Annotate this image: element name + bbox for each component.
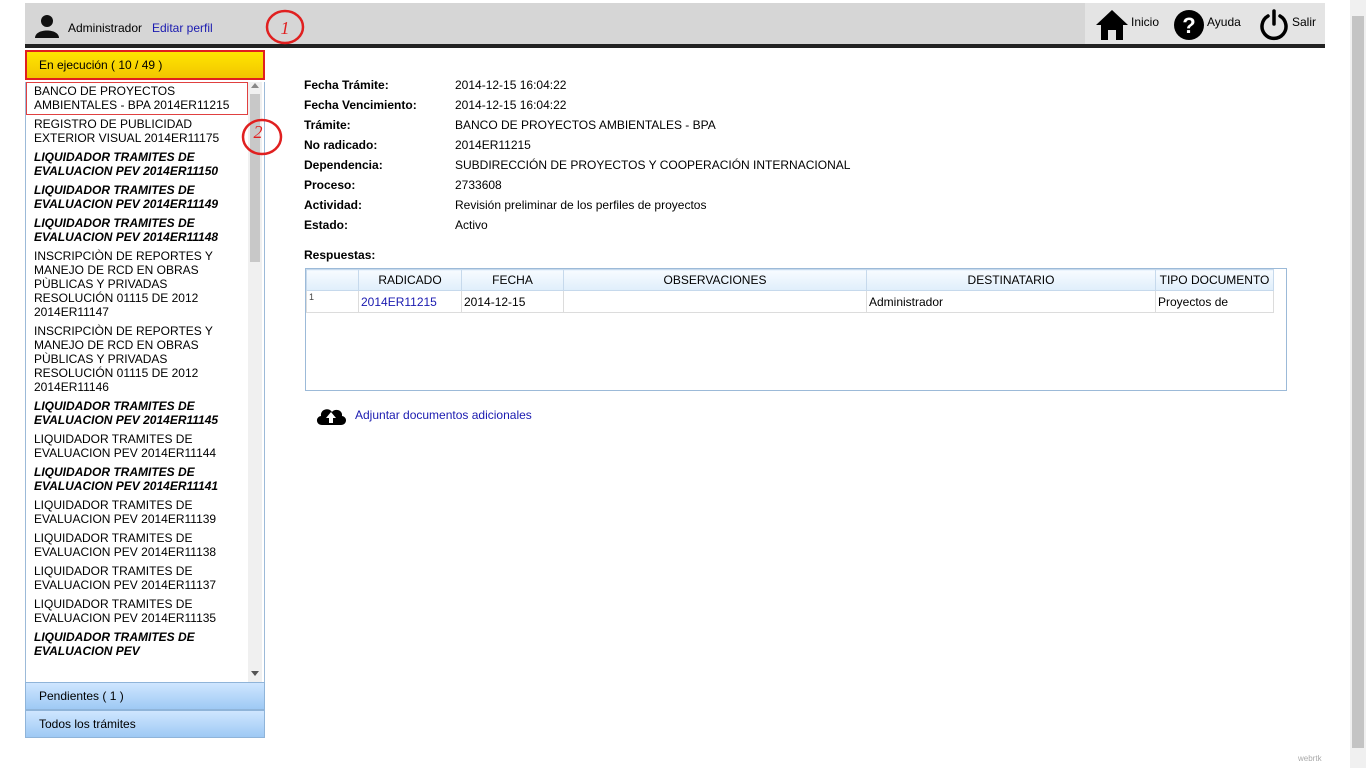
table-cell-observaciones xyxy=(563,290,867,313)
task-item[interactable]: LIQUIDADOR TRAMITES DE EVALUACION PEV 20… xyxy=(26,496,248,529)
detail-row: Actividad: Revisión preliminar de los per… xyxy=(304,198,1004,218)
detail-label: Trámite: xyxy=(304,118,351,132)
table-cell-num: 1 xyxy=(306,290,359,313)
section-pending[interactable]: Pendientes ( 1 ) xyxy=(25,682,265,710)
detail-value: BANCO DE PROYECTOS AMBIENTALES - BPA xyxy=(455,118,716,132)
detail-label: Fecha Vencimiento: xyxy=(304,98,417,112)
detail-row: Fecha Trámite: 2014-12-15 16:04:22 xyxy=(304,78,1004,98)
help-label: Ayuda xyxy=(1207,15,1241,29)
home-button[interactable]: Inicio xyxy=(1095,9,1159,41)
detail-value: 2014ER11215 xyxy=(455,138,531,152)
task-item[interactable]: LIQUIDADOR TRAMITES DE EVALUACION PEV xyxy=(26,628,248,661)
task-item[interactable]: LIQUIDADOR TRAMITES DE EVALUACION PEV 20… xyxy=(26,430,248,463)
task-item[interactable]: LIQUIDADOR TRAMITES DE EVALUACION PEV 20… xyxy=(26,397,248,430)
task-item[interactable]: LIQUIDADOR TRAMITES DE EVALUACION PEV 20… xyxy=(26,463,248,496)
detail-label: Proceso: xyxy=(304,178,356,192)
detail-row: No radicado: 2014ER11215 xyxy=(304,138,1004,158)
column-header[interactable] xyxy=(306,269,359,291)
detail-row: Fecha Vencimiento: 2014-12-15 16:04:22 xyxy=(304,98,1004,118)
header-divider xyxy=(25,44,1325,48)
logout-label: Salir xyxy=(1292,15,1317,29)
table-cell-tipo: Proyectos de xyxy=(1155,290,1274,313)
power-icon xyxy=(1260,9,1288,41)
detail-label: Fecha Trámite: xyxy=(304,78,389,92)
detail-row: Trámite: BANCO DE PROYECTOS AMBIENTALES -… xyxy=(304,118,1004,138)
section-running-label: En ejecución ( 10 / 49 ) xyxy=(39,58,163,72)
home-icon xyxy=(1096,10,1128,40)
user-name: Administrador xyxy=(68,21,143,35)
home-label: Inicio xyxy=(1131,15,1160,29)
edit-profile-link[interactable]: Editar perfil xyxy=(152,21,213,35)
detail-value: 2014-12-15 16:04:22 xyxy=(455,98,567,112)
task-item[interactable]: LIQUIDADOR TRAMITES DE EVALUACION PEV 20… xyxy=(26,181,248,214)
column-header[interactable]: OBSERVACIONES xyxy=(563,269,867,291)
attach-documents-label: Adjuntar documentos adicionales xyxy=(355,408,532,422)
cloud-upload-icon xyxy=(316,409,347,425)
scroll-down-icon[interactable] xyxy=(251,671,259,676)
task-list: BANCO DE PROYECTOS AMBIENTALES - BPA 201… xyxy=(25,82,265,682)
column-header[interactable]: RADICADO xyxy=(358,269,462,291)
radicado-link[interactable]: 2014ER11215 xyxy=(361,295,437,309)
section-all-label: Todos los trámites xyxy=(39,717,136,731)
task-item[interactable]: REGISTRO DE PUBLICIDAD EXTERIOR VISUAL 2… xyxy=(26,115,248,148)
help-icon: ? xyxy=(1174,10,1204,40)
responses-grid: RADICADO FECHA OBSERVACIONES DESTINATARIO TI… xyxy=(305,268,1287,391)
annotation-2-label: 2 xyxy=(254,122,263,142)
table-cell-fecha: 2014-12-15 xyxy=(461,290,564,313)
annotation-1-label: 1 xyxy=(281,18,290,38)
detail-value: 2014-12-15 16:04:22 xyxy=(455,78,567,92)
section-running[interactable]: En ejecución ( 10 / 49 ) xyxy=(25,50,265,80)
scroll-up-icon[interactable] xyxy=(251,83,259,88)
task-item[interactable]: INSCRIPCIÒN DE REPORTES Y MANEJO DE RCD … xyxy=(26,247,248,322)
annotation-marker-1: 1 xyxy=(265,9,305,45)
detail-row: Dependencia: SUBDIRECCIÓN DE PROYECTOS Y … xyxy=(304,158,1004,178)
responses-label: Respuestas: xyxy=(304,248,376,262)
task-item[interactable]: LIQUIDADOR TRAMITES DE EVALUACION PEV 20… xyxy=(26,529,248,562)
task-item[interactable]: INSCRIPCIÒN DE REPORTES Y MANEJO DE RCD … xyxy=(26,322,248,397)
column-header[interactable]: DESTINATARIO xyxy=(866,269,1156,291)
detail-value: SUBDIRECCIÓN DE PROYECTOS Y COOPERACIÓN … xyxy=(455,158,851,172)
column-header[interactable]: FECHA xyxy=(461,269,564,291)
section-pending-label: Pendientes ( 1 ) xyxy=(39,689,124,703)
page-scrollbar[interactable] xyxy=(1350,0,1366,768)
task-item[interactable]: BANCO DE PROYECTOS AMBIENTALES - BPA 201… xyxy=(26,82,248,115)
detail-value: 2733608 xyxy=(455,178,502,192)
responses-table: RADICADO FECHA OBSERVACIONES DESTINATARIO TI… xyxy=(306,269,1274,313)
detail-label: Estado: xyxy=(304,218,349,232)
detail-row: Proceso: 2733608 xyxy=(304,178,1004,198)
detail-label: Dependencia: xyxy=(304,158,383,172)
attach-documents-link[interactable]: Adjuntar documentos adicionales xyxy=(314,403,532,427)
section-all[interactable]: Todos los trámites xyxy=(25,710,265,738)
detail-value: Revisión preliminar de los perfiles de p… xyxy=(455,198,707,212)
column-header[interactable]: TIPO DOCUMENTO xyxy=(1155,269,1274,291)
annotation-marker-2: 2 xyxy=(241,118,283,156)
header-nav: Inicio ? Ayuda Salir xyxy=(1085,3,1325,44)
task-list-scrollbar[interactable] xyxy=(248,82,262,682)
table-row[interactable]: 1 2014ER11215 2014-12-15 Administrador Proye… xyxy=(306,290,1274,313)
help-button[interactable]: ? Ayuda xyxy=(1173,9,1241,41)
table-cell-destinatario: Administrador xyxy=(866,290,1156,313)
svg-text:?: ? xyxy=(1182,13,1195,38)
logout-button[interactable]: Salir xyxy=(1258,9,1316,41)
task-item[interactable]: LIQUIDADOR TRAMITES DE EVALUACION PEV 20… xyxy=(26,562,248,595)
user-icon xyxy=(33,14,61,41)
detail-label: No radicado: xyxy=(304,138,378,152)
detail-label: Actividad: xyxy=(304,198,363,212)
detail-value: Activo xyxy=(455,218,488,232)
page-scroll-thumb[interactable] xyxy=(1352,16,1364,748)
table-cell-radicado: 2014ER11215 xyxy=(358,290,462,313)
task-item[interactable]: LIQUIDADOR TRAMITES DE EVALUACION PEV 20… xyxy=(26,214,248,247)
footer-text: webrtk xyxy=(1298,754,1322,763)
task-item[interactable]: LIQUIDADOR TRAMITES DE EVALUACION PEV 20… xyxy=(26,595,248,628)
task-item[interactable]: LIQUIDADOR TRAMITES DE EVALUACION PEV 20… xyxy=(26,148,248,181)
sidebar: En ejecución ( 10 / 49 ) BANCO DE PROYEC… xyxy=(25,50,265,739)
detail-row: Estado: Activo xyxy=(304,218,1004,238)
